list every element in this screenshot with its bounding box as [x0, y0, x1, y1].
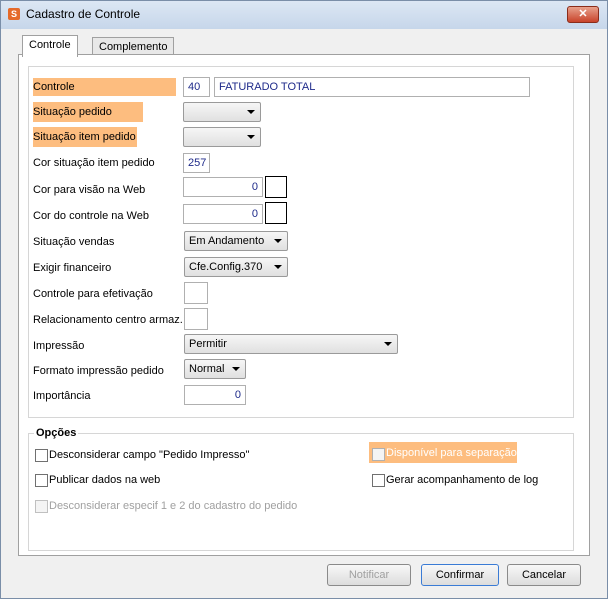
situacao-pedido-label: Situação pedido — [33, 102, 143, 122]
situacao-pedido-select[interactable] — [183, 102, 261, 122]
cancelar-button[interactable]: Cancelar — [507, 564, 581, 586]
impressao-select[interactable]: Permitir — [184, 334, 398, 354]
cor-situacao-item-label: Cor situação item pedido — [33, 157, 155, 169]
exigir-financeiro-select[interactable]: Cfe.Config.370 — [184, 257, 288, 277]
cor-controle-web-label: Cor do controle na Web — [33, 210, 149, 222]
chevron-down-icon — [247, 110, 255, 114]
cor-visao-web-swatch[interactable] — [265, 176, 287, 198]
desconsiderar-impresso-label: Desconsiderar campo "Pedido Impresso" — [49, 449, 250, 461]
importancia-field[interactable]: 0 — [184, 385, 246, 405]
situacao-vendas-label: Situação vendas — [33, 236, 115, 248]
chevron-down-icon — [247, 135, 255, 139]
disponivel-separacao-checkbox[interactable] — [372, 448, 385, 461]
desconsiderar-impresso-checkbox[interactable] — [35, 449, 48, 462]
chevron-down-icon — [274, 239, 282, 243]
notificar-button[interactable]: Notificar — [327, 564, 411, 586]
controle-name-field[interactable]: FATURADO TOTAL — [214, 77, 530, 97]
tab-controle[interactable]: Controle — [22, 35, 78, 57]
desconsiderar-especif-label: Desconsiderar especif 1 e 2 do cadastro … — [49, 500, 298, 512]
importancia-label: Importância — [33, 390, 91, 402]
cor-situacao-item-field[interactable]: 257 — [183, 153, 210, 173]
situacao-item-pedido-select[interactable] — [183, 127, 261, 147]
controle-code-field[interactable]: 40 — [183, 77, 210, 97]
publicar-web-label: Publicar dados na web — [49, 474, 161, 486]
controle-efetivacao-label: Controle para efetivação — [33, 288, 153, 300]
relacionamento-centro-field[interactable] — [184, 308, 208, 330]
chevron-down-icon — [232, 367, 240, 371]
disponivel-separacao-label: Disponível para separação — [386, 447, 517, 459]
cor-controle-web-swatch[interactable] — [265, 202, 287, 224]
gerar-log-checkbox[interactable] — [372, 474, 385, 487]
situacao-vendas-value: Em Andamento — [189, 235, 265, 247]
formato-impressao-select[interactable]: Normal — [184, 359, 246, 379]
chevron-down-icon — [274, 265, 282, 269]
desconsiderar-especif-checkbox[interactable] — [35, 500, 48, 513]
exigir-financeiro-value: Cfe.Config.370 — [189, 261, 263, 273]
controle-efetivacao-field[interactable] — [184, 282, 208, 304]
chevron-down-icon — [384, 342, 392, 346]
situacao-vendas-select[interactable]: Em Andamento — [184, 231, 288, 251]
formato-impressao-value: Normal — [189, 363, 225, 375]
publicar-web-checkbox[interactable] — [35, 474, 48, 487]
app-logo-icon: S — [8, 8, 20, 20]
options-title: Opções — [34, 427, 79, 439]
close-button[interactable]: ✕ — [567, 6, 599, 23]
cor-visao-web-label: Cor para visão na Web — [33, 184, 146, 196]
exigir-financeiro-label: Exigir financeiro — [33, 262, 112, 274]
impressao-value: Permitir — [189, 338, 227, 350]
relacionamento-centro-label: Relacionamento centro armaz. — [33, 314, 183, 326]
cor-controle-web-field[interactable]: 0 — [183, 204, 263, 224]
formato-impressao-label: Formato impressão pedido — [33, 365, 164, 377]
window-title: Cadastro de Controle — [26, 7, 141, 21]
situacao-item-pedido-label: Situação item pedido — [33, 127, 137, 147]
cor-visao-web-field[interactable]: 0 — [183, 177, 263, 197]
controle-label: Controle — [33, 78, 176, 96]
impressao-label: Impressão — [33, 340, 85, 352]
gerar-log-label: Gerar acompanhamento de log — [386, 474, 539, 486]
confirmar-button[interactable]: Confirmar — [421, 564, 499, 586]
